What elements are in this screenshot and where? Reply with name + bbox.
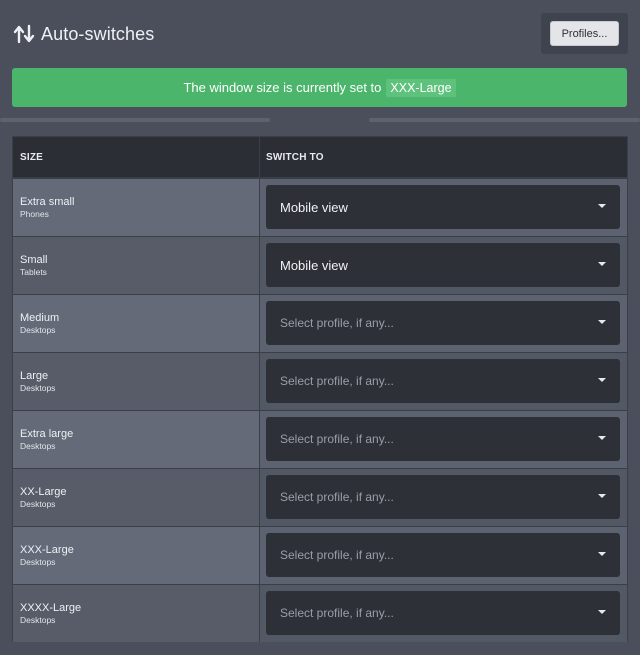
caret-down-icon (598, 262, 606, 266)
size-label: Medium (20, 312, 60, 324)
select-placeholder: Select profile, if any... (280, 548, 394, 562)
switch-cell: Mobile view (260, 237, 627, 294)
page-title: Auto-switches (12, 22, 154, 46)
table-row: XXX-Large Desktops Select profile, if an… (13, 526, 627, 584)
device-label: Desktops (20, 441, 56, 451)
switch-cell: Select profile, if any... (260, 353, 627, 410)
select-placeholder: Select profile, if any... (280, 374, 394, 388)
divider (0, 118, 270, 122)
size-cell: XX-Large Desktops (13, 469, 259, 526)
table-row: Extra small Phones Mobile view (13, 178, 627, 236)
auto-switch-table: SIZE SWITCH TO Extra small Phones Mobile… (12, 136, 628, 642)
size-cell: Medium Desktops (13, 295, 259, 352)
device-label: Desktops (20, 325, 56, 335)
device-label: Desktops (20, 499, 56, 509)
table-header: SIZE SWITCH TO (13, 137, 627, 178)
switch-cell: Select profile, if any... (260, 295, 627, 352)
size-label: XXX-Large (20, 544, 74, 556)
caret-down-icon (598, 320, 606, 324)
caret-down-icon (598, 204, 606, 208)
profile-select[interactable]: Select profile, if any... (266, 591, 620, 635)
profile-select[interactable]: Mobile view (266, 243, 620, 287)
size-label: Large (20, 370, 49, 382)
size-label: Extra small (20, 196, 75, 208)
switch-cell: Mobile view (260, 179, 627, 236)
column-header-size: SIZE (20, 152, 44, 163)
title-text: Auto-switches (41, 23, 155, 44)
caret-down-icon (598, 378, 606, 382)
size-label: Extra large (20, 428, 74, 440)
profile-select[interactable]: Select profile, if any... (266, 417, 620, 461)
profile-select[interactable]: Select profile, if any... (266, 475, 620, 519)
device-label: Desktops (20, 557, 56, 567)
size-cell: Extra large Desktops (13, 411, 259, 468)
size-cell: XXXX-Large Desktops (13, 585, 259, 642)
table-row: XXXX-Large Desktops Select profile, if a… (13, 584, 627, 642)
size-cell: Large Desktops (13, 353, 259, 410)
caret-down-icon (598, 610, 606, 614)
switch-cell: Select profile, if any... (260, 527, 627, 584)
size-label: XX-Large (20, 486, 67, 498)
switch-cell: Select profile, if any... (260, 585, 627, 642)
switch-cell: Select profile, if any... (260, 411, 627, 468)
table-row: Medium Desktops Select profile, if any..… (13, 294, 627, 352)
size-cell: XXX-Large Desktops (13, 527, 259, 584)
profile-select[interactable]: Select profile, if any... (266, 301, 620, 345)
profile-select[interactable]: Select profile, if any... (266, 359, 620, 403)
device-label: Desktops (20, 615, 56, 625)
profiles-button-container: Profiles... (541, 13, 628, 54)
table-row: Large Desktops Select profile, if any... (13, 352, 627, 410)
device-label: Tablets (20, 267, 47, 277)
table-row: Extra large Desktops Select profile, if … (13, 410, 627, 468)
profile-select[interactable]: Mobile view (266, 185, 620, 229)
header: Auto-switches Profiles... (0, 0, 640, 68)
device-label: Phones (20, 209, 49, 219)
switch-cell: Select profile, if any... (260, 469, 627, 526)
banner-text: The window size is currently set to (183, 80, 382, 95)
profile-select[interactable]: Select profile, if any... (266, 533, 620, 577)
select-placeholder: Select profile, if any... (280, 606, 394, 620)
size-cell: Small Tablets (13, 237, 259, 294)
size-cell: Extra small Phones (13, 179, 259, 236)
select-placeholder: Select profile, if any... (280, 432, 394, 446)
caret-down-icon (598, 436, 606, 440)
table-row: Small Tablets Mobile view (13, 236, 627, 294)
device-label: Desktops (20, 383, 56, 393)
size-label: XXXX-Large (20, 602, 82, 614)
status-banner: The window size is currently set to XXX-… (12, 68, 627, 107)
caret-down-icon (598, 494, 606, 498)
size-label: Small (20, 254, 48, 266)
select-value: Mobile view (280, 257, 348, 273)
select-placeholder: Select profile, if any... (280, 316, 394, 330)
profiles-button[interactable]: Profiles... (550, 21, 619, 46)
divider (369, 118, 640, 122)
current-size-badge: XXX-Large (386, 78, 456, 97)
select-placeholder: Select profile, if any... (280, 490, 394, 504)
column-header-switch-to: SWITCH TO (266, 152, 324, 163)
column-divider (259, 137, 260, 178)
table-row: XX-Large Desktops Select profile, if any… (13, 468, 627, 526)
select-value: Mobile view (280, 199, 348, 215)
switch-arrows-icon (12, 22, 36, 46)
caret-down-icon (598, 552, 606, 556)
